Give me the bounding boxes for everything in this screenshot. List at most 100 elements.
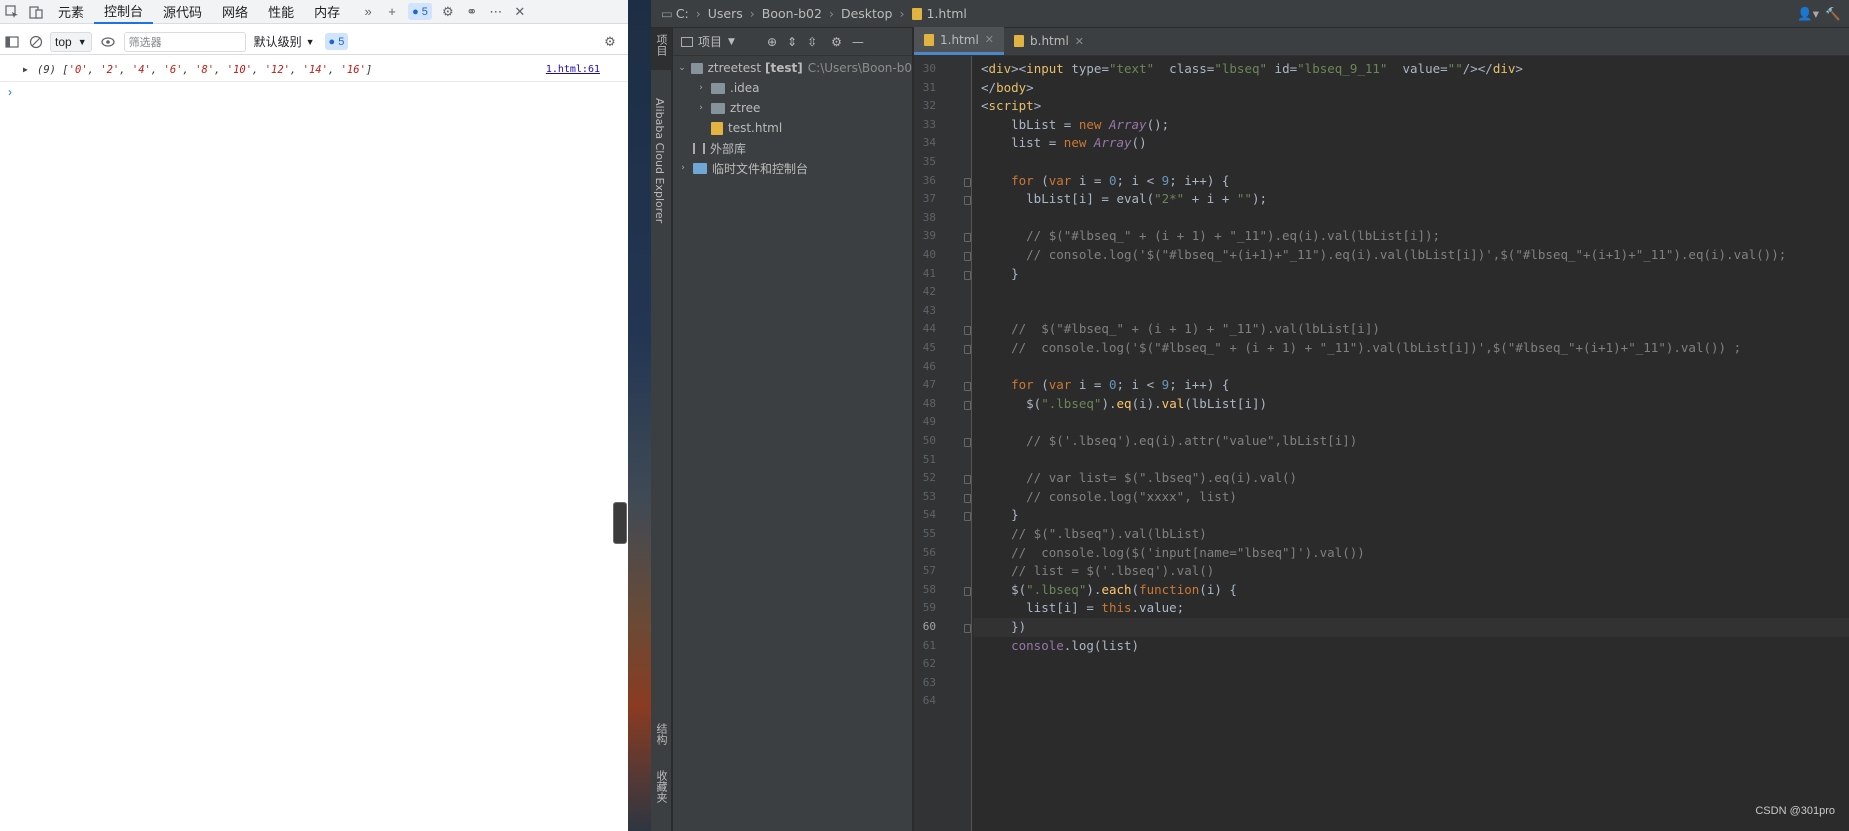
context-select[interactable]: top ▼ (50, 31, 92, 52)
more-tabs-icon[interactable]: » (356, 0, 380, 24)
fold-marker-icon[interactable] (964, 400, 971, 410)
more-options-icon[interactable]: ⋯ (484, 0, 508, 24)
fold-marker-icon[interactable] (964, 512, 971, 522)
fold-marker-icon[interactable] (964, 177, 971, 187)
code-line: lbList = new Array(); (981, 116, 1170, 132)
cloud-explorer-tab[interactable]: Alibaba Cloud Explorer (653, 98, 666, 223)
tab-label: 元素 (58, 6, 85, 21)
expand-triangle-icon[interactable]: ▶ (23, 65, 28, 74)
close-tab-icon[interactable]: ✕ (985, 33, 994, 46)
breadcrumb-item[interactable]: Users (708, 6, 743, 21)
breadcrumb-item[interactable]: Boon-b02 (762, 6, 822, 21)
array-item: '0' (68, 63, 88, 76)
locate-icon[interactable]: ⊕ (767, 35, 777, 49)
code-line: // console.log('$("#lbseq_" + (i + 1) + … (1011, 340, 1742, 355)
tab-elements[interactable]: 元素 (48, 0, 94, 24)
sidebar-toggle-icon[interactable] (0, 30, 24, 54)
add-tab-icon[interactable]: + (380, 0, 404, 24)
fold-marker-icon[interactable] (964, 382, 971, 392)
filter-input[interactable]: 筛选器 (123, 31, 246, 52)
fold-marker-icon[interactable] (964, 196, 971, 206)
tab-performance[interactable]: 性能 (258, 0, 304, 24)
collapse-all-icon[interactable]: ⇳ (807, 35, 817, 49)
source-link[interactable]: 1.html:61 (546, 64, 600, 75)
inspect-element-icon[interactable] (0, 0, 24, 24)
tab-label: 网络 (222, 6, 249, 21)
tree-item-scratches[interactable]: › 临时文件和控制台 (673, 158, 912, 178)
toolbar-issues-badge[interactable]: ● 5 (324, 33, 349, 50)
fold-marker-icon[interactable] (964, 438, 971, 447)
breadcrumb-item[interactable]: 1.html (911, 6, 967, 21)
chevron-down-icon[interactable]: ▼ (728, 37, 735, 47)
expand-arrow-icon[interactable]: › (677, 163, 689, 173)
tab-console[interactable]: 控制台 (94, 0, 154, 24)
fold-marker-icon[interactable] (964, 345, 971, 354)
line-number: 45 (922, 341, 936, 354)
breadcrumb-label: Desktop (840, 6, 893, 21)
fold-marker-icon[interactable] (964, 475, 971, 485)
code-area[interactable]: <div><input type="text" class="lbseq" id… (973, 56, 1849, 831)
array-item: '2' (100, 63, 120, 76)
tab-label: 性能 (268, 6, 295, 21)
editor-tab-b-html[interactable]: b.html ✕ (1004, 27, 1094, 55)
console-log-entry[interactable]: ▶ (9) ['0', '2', '4', '6', '8', '10', '1… (0, 58, 628, 82)
structure-tab[interactable]: 结构 (653, 723, 669, 745)
console-prompt[interactable]: › (0, 82, 628, 102)
options-gear-icon[interactable]: ⚙ (831, 35, 842, 49)
fold-marker-icon[interactable] (964, 493, 971, 503)
fold-marker-icon[interactable] (964, 270, 971, 280)
line-number: 47 (922, 378, 936, 392)
tab-sources[interactable]: 源代码 (153, 0, 212, 24)
project-panel-title[interactable]: 项目 (698, 33, 722, 50)
context-select-value: top (55, 34, 72, 49)
close-devtools-icon[interactable]: ✕ (508, 0, 532, 24)
fold-marker-icon[interactable] (964, 326, 971, 336)
tree-item-root[interactable]: ⌄ ztreetest [test] C:\Users\Boon-b0 (673, 58, 912, 78)
settings-gear-icon[interactable]: ⚙ (436, 0, 460, 24)
code-line: // var list= $(".lbseq").eq(i).val() (1026, 470, 1298, 486)
device-toolbar-icon[interactable] (24, 0, 48, 24)
line-number-gutter: 30 31 32 33 34 35 36 37 38 39 40 41 42 43 44 45 46 47 48 49… (914, 56, 972, 831)
breadcrumb-item[interactable]: Desktop (841, 6, 893, 21)
fold-marker-icon[interactable] (964, 586, 971, 596)
user-account-icon[interactable]: 👤▾ (1797, 6, 1819, 22)
line-number: 52 (922, 471, 936, 485)
live-expression-eye-icon[interactable] (96, 30, 120, 54)
expand-arrow-icon[interactable]: › (695, 103, 707, 113)
console-settings-gear-icon[interactable]: ⚙ (598, 30, 622, 54)
tree-item-test-html[interactable]: test.html (673, 118, 912, 138)
array-item: '12' (264, 63, 290, 76)
tab-memory[interactable]: 内存 (304, 0, 350, 24)
tree-item-idea[interactable]: › .idea (673, 78, 912, 98)
expand-arrow-icon[interactable]: ⌄ (677, 63, 687, 73)
expand-all-icon[interactable]: ⇕ (787, 35, 797, 49)
splitter-drag-handle[interactable] (613, 502, 627, 544)
editor-tab-1-html[interactable]: 1.html ✕ (914, 27, 1005, 55)
fold-marker-icon[interactable] (964, 233, 971, 243)
console-toolbar: top ▼ 筛选器 默认级别 ▼ ● 5 ⚙ (0, 29, 628, 55)
tree-item-ztree[interactable]: › ztree (673, 98, 912, 118)
filter-placeholder: 筛选器 (128, 36, 162, 49)
tree-item-external-libraries[interactable]: 外部库 (673, 138, 912, 158)
close-tab-icon[interactable]: ✕ (1075, 35, 1084, 48)
log-level-select[interactable]: 默认级别 ▼ (254, 33, 315, 50)
expand-arrow-icon[interactable]: › (695, 83, 707, 93)
line-number: 59 (922, 601, 936, 615)
clear-console-icon[interactable] (24, 30, 48, 54)
array-close: ] (365, 63, 373, 76)
array-item: '6' (163, 63, 183, 76)
issues-badge[interactable]: ● 5 (408, 3, 432, 20)
breadcrumb-item[interactable]: ▭ C: (661, 6, 689, 21)
build-hammer-icon[interactable]: 🔨 (1825, 6, 1841, 22)
hide-panel-icon[interactable]: — (852, 35, 864, 49)
fold-marker-icon[interactable] (964, 252, 971, 261)
favorites-tab[interactable]: 收藏夹 (653, 770, 669, 803)
code-line: <script> (981, 98, 1042, 114)
project-tool-tab[interactable]: 项目 (651, 28, 672, 70)
customize-icon[interactable]: ⚭ (460, 0, 484, 24)
line-number: 53 (922, 489, 936, 503)
tab-network[interactable]: 网络 (212, 0, 258, 24)
fold-marker-icon[interactable] (964, 624, 971, 633)
